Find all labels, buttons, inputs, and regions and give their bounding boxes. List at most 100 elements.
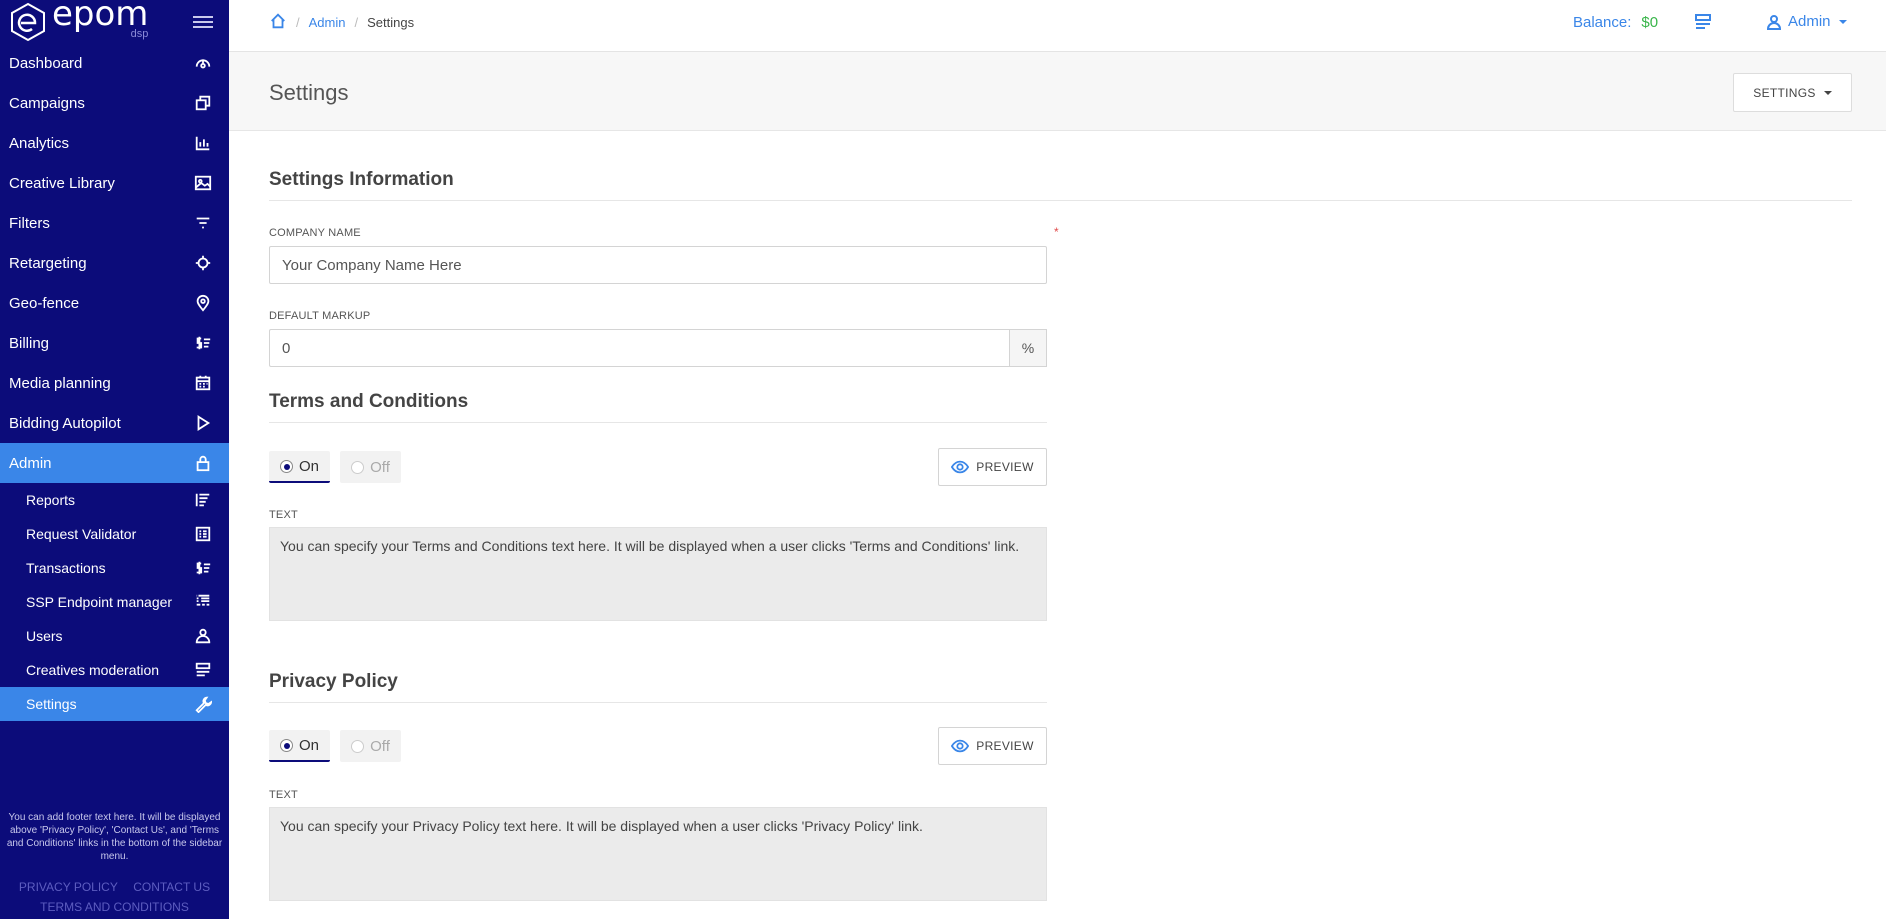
location-pin-icon xyxy=(193,293,213,313)
settings-information-title: Settings Information xyxy=(269,169,1852,201)
sidebar-item-retargeting[interactable]: Retargeting xyxy=(0,243,229,283)
breadcrumb-separator: / xyxy=(354,15,359,30)
sidebar-item-creative-library[interactable]: Creative Library xyxy=(0,163,229,203)
privacy-toggle-group: On Off xyxy=(269,730,401,762)
sidebar-item-label: Retargeting xyxy=(9,254,87,272)
sidebar-subitem-creatives-moderation[interactable]: Creatives moderation xyxy=(0,653,229,687)
sidebar-item-dashboard[interactable]: Dashboard xyxy=(0,43,229,83)
contact-us-link[interactable]: CONTACT US xyxy=(133,880,210,894)
user-menu[interactable]: Admin xyxy=(1766,13,1847,30)
billing-icon xyxy=(193,333,213,353)
terms-off-radio[interactable]: Off xyxy=(340,451,401,483)
wrench-icon xyxy=(193,694,213,714)
breadcrumb: / Admin / Settings xyxy=(269,12,414,33)
sidebar-item-label: Analytics xyxy=(9,134,70,152)
terms-off-label: Off xyxy=(370,458,390,476)
topbar: / Admin / Settings Balance: $0 Admin xyxy=(229,0,1886,52)
terms-title: Terms and Conditions xyxy=(269,391,1047,423)
sidebar-subitem-label: Creatives moderation xyxy=(26,662,160,678)
transactions-icon xyxy=(193,558,213,578)
terms-on-label: On xyxy=(298,457,319,475)
company-name-input[interactable]: Your Company Name Here xyxy=(269,246,1047,284)
play-icon xyxy=(193,413,213,433)
sidebar-subitem-ssp-endpoint-manager[interactable]: SSP Endpoint manager xyxy=(0,585,229,619)
privacy-off-radio[interactable]: Off xyxy=(340,730,401,762)
users-icon xyxy=(193,626,213,646)
home-icon[interactable] xyxy=(269,12,287,33)
settings-button-label: SETTINGS xyxy=(1753,85,1816,100)
sidebar-item-billing[interactable]: Billing xyxy=(0,323,229,363)
brand-logo[interactable]: epom dsp xyxy=(8,0,148,43)
settings-dropdown-button[interactable]: SETTINGS xyxy=(1733,73,1852,112)
sidebar-item-label: Filters xyxy=(9,214,50,232)
terms-textarea[interactable]: You can specify your Terms and Condition… xyxy=(269,527,1047,621)
sidebar-item-label: Creative Library xyxy=(9,174,115,192)
terms-link[interactable]: TERMS AND CONDITIONS xyxy=(40,900,189,914)
sidebar-subitem-label: Users xyxy=(26,628,63,644)
terms-on-radio[interactable]: On xyxy=(269,451,330,483)
terms-toggle-group: On Off xyxy=(269,451,401,483)
sidebar-item-filters[interactable]: Filters xyxy=(0,203,229,243)
privacy-on-label: On xyxy=(298,736,319,754)
sidebar-subitem-transactions[interactable]: Transactions xyxy=(0,551,229,585)
radio-checked-icon xyxy=(279,738,293,752)
privacy-on-radio[interactable]: On xyxy=(269,730,330,762)
sidebar-subitem-label: Transactions xyxy=(26,560,106,576)
privacy-textarea[interactable]: You can specify your Privacy Policy text… xyxy=(269,807,1047,901)
radio-checked-icon xyxy=(279,459,293,473)
sidebar-item-admin[interactable]: Admin xyxy=(0,443,229,483)
default-markup-group: 0 % xyxy=(269,329,1047,367)
privacy-text-label: TEXT xyxy=(269,789,298,801)
chevron-down-icon xyxy=(1823,90,1832,95)
sidebar-item-geo-fence[interactable]: Geo-fence xyxy=(0,283,229,323)
list-box-icon xyxy=(193,524,213,544)
sidebar-item-label: Admin xyxy=(9,454,52,472)
crosshair-icon xyxy=(193,253,213,273)
sidebar-subitem-request-validator[interactable]: Request Validator xyxy=(0,517,229,551)
breadcrumb-admin[interactable]: Admin xyxy=(309,15,346,30)
terms-controls: On Off PREVIEW xyxy=(269,448,1047,486)
privacy-off-label: Off xyxy=(370,737,390,755)
sidebar-item-label: Geo-fence xyxy=(9,294,80,312)
sidebar-item-label: Campaigns xyxy=(9,94,85,112)
footer-links: PRIVACY POLICY CONTACT US TERMS AND COND… xyxy=(0,877,229,919)
privacy-policy-link[interactable]: PRIVACY POLICY xyxy=(19,880,118,894)
logo-hexagon-icon xyxy=(11,2,45,41)
moderation-icon xyxy=(193,660,213,680)
balance: Balance: $0 xyxy=(1573,14,1658,31)
sidebar-item-campaigns[interactable]: Campaigns xyxy=(0,83,229,123)
sidebar-item-label: Dashboard xyxy=(9,54,83,72)
image-icon xyxy=(193,173,213,193)
footer-text: You can add footer text here. It will be… xyxy=(6,812,223,862)
sidebar-item-bidding-autopilot[interactable]: Bidding Autopilot xyxy=(0,403,229,443)
filter-icon xyxy=(193,213,213,233)
sidebar-subitem-users[interactable]: Users xyxy=(0,619,229,653)
page-title: Settings xyxy=(269,80,349,105)
radio-unchecked-icon xyxy=(351,460,365,474)
sidebar-subitem-label: Request Validator xyxy=(26,526,137,542)
sidebar-subitem-label: Settings xyxy=(26,696,77,712)
sidebar-subitem-reports[interactable]: Reports xyxy=(0,483,229,517)
notifications-list-icon[interactable] xyxy=(1694,14,1712,30)
terms-preview-button[interactable]: PREVIEW xyxy=(938,448,1047,486)
chevron-down-icon xyxy=(1838,19,1847,24)
terms-text-label: TEXT xyxy=(269,509,298,521)
eye-icon xyxy=(951,739,970,753)
privacy-preview-button[interactable]: PREVIEW xyxy=(938,727,1047,765)
sidebar-item-analytics[interactable]: Analytics xyxy=(0,123,229,163)
radio-unchecked-icon xyxy=(351,739,365,753)
reports-icon xyxy=(193,490,213,510)
sidebar-subitem-label: Reports xyxy=(26,492,76,508)
breadcrumb-separator: / xyxy=(296,15,300,30)
hamburger-menu-icon[interactable] xyxy=(193,12,213,32)
campaigns-icon xyxy=(193,93,213,113)
dashboard-icon xyxy=(193,53,213,73)
sidebar-item-media-planning[interactable]: Media planning xyxy=(0,363,229,403)
analytics-icon xyxy=(193,133,213,153)
company-name-label: COMPANY NAME xyxy=(269,227,361,239)
brand-sub: dsp xyxy=(130,28,149,40)
default-markup-input[interactable]: 0 xyxy=(269,329,1009,367)
eye-icon xyxy=(951,460,970,474)
page-header: Settings SETTINGS xyxy=(229,52,1886,131)
sidebar-subitem-settings[interactable]: Settings xyxy=(0,687,229,721)
